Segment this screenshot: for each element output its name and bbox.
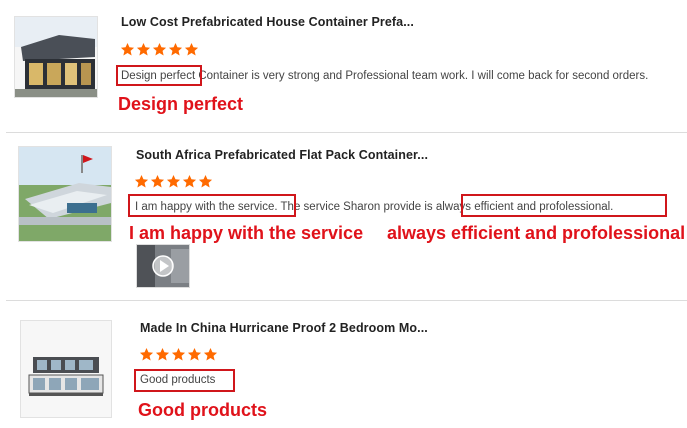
star-icon bbox=[155, 347, 170, 361]
product-thumbnail[interactable] bbox=[18, 146, 112, 242]
annotation-label: Design perfect bbox=[118, 94, 244, 114]
product-thumbnail[interactable] bbox=[14, 16, 98, 98]
star-icon bbox=[198, 174, 213, 188]
star-rating bbox=[139, 347, 218, 362]
star-icon bbox=[120, 42, 135, 56]
star-icon bbox=[134, 174, 149, 188]
annotation-label: I am happy with the service bbox=[129, 223, 364, 243]
product-thumbnail[interactable] bbox=[20, 320, 112, 418]
star-icon bbox=[182, 174, 197, 188]
star-icon bbox=[166, 174, 181, 188]
star-icon bbox=[152, 42, 167, 56]
review-body-text: The service Sharon provide is bbox=[277, 201, 436, 213]
product-title-link[interactable]: Low Cost Prefabricated House Container P… bbox=[121, 15, 414, 29]
star-icon bbox=[203, 347, 218, 361]
star-rating bbox=[134, 174, 213, 189]
star-icon bbox=[187, 347, 202, 361]
star-icon bbox=[184, 42, 199, 56]
star-rating bbox=[120, 42, 199, 57]
highlight-box bbox=[128, 194, 296, 217]
star-icon bbox=[139, 347, 154, 361]
divider bbox=[6, 300, 687, 301]
annotation-label: Good products bbox=[138, 400, 267, 420]
divider bbox=[6, 132, 687, 133]
star-icon bbox=[136, 42, 151, 56]
video-thumbnail[interactable] bbox=[136, 244, 190, 288]
highlight-box bbox=[134, 369, 235, 392]
highlight-box bbox=[461, 194, 667, 217]
star-icon bbox=[168, 42, 183, 56]
star-icon bbox=[150, 174, 165, 188]
annotation-label: always efficient and profolessional bbox=[387, 223, 686, 243]
product-title-link[interactable]: Made In China Hurricane Proof 2 Bedroom … bbox=[140, 321, 428, 335]
play-icon[interactable] bbox=[152, 255, 174, 277]
product-title-link[interactable]: South Africa Prefabricated Flat Pack Con… bbox=[136, 148, 428, 162]
review-body-text: Container is very strong and Professiona… bbox=[195, 70, 649, 82]
highlight-box bbox=[116, 65, 202, 86]
star-icon bbox=[171, 347, 186, 361]
